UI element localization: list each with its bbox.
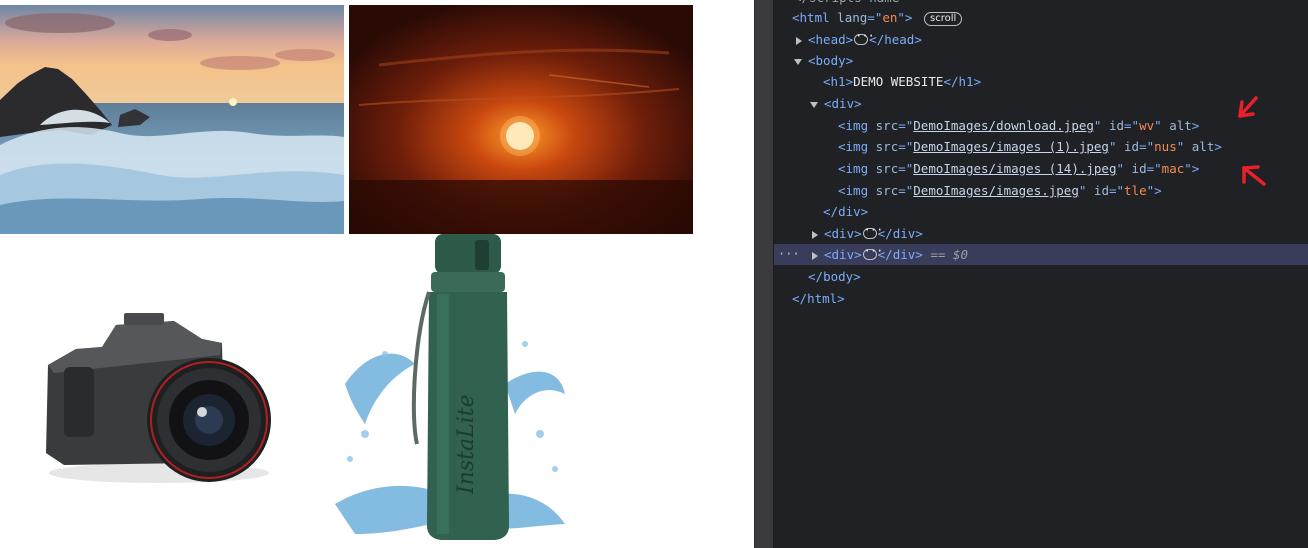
red-arrow-icons <box>1238 96 1266 186</box>
bottle-image[interactable]: InstaLite <box>325 234 575 548</box>
red-arrow-icon <box>1238 96 1258 118</box>
sunset-image[interactable] <box>349 5 693 234</box>
panel-splitter[interactable] <box>754 0 774 548</box>
devtools-elements-panel: </scripts name= <html lang="en"> scroll … <box>774 0 1308 548</box>
red-arrow-icon <box>1242 165 1266 186</box>
svg-text:InstaLite: InstaLite <box>454 394 479 495</box>
camera-image[interactable] <box>24 295 294 495</box>
browser-viewport: InstaLite <box>0 0 754 548</box>
waves-image[interactable] <box>0 5 344 234</box>
